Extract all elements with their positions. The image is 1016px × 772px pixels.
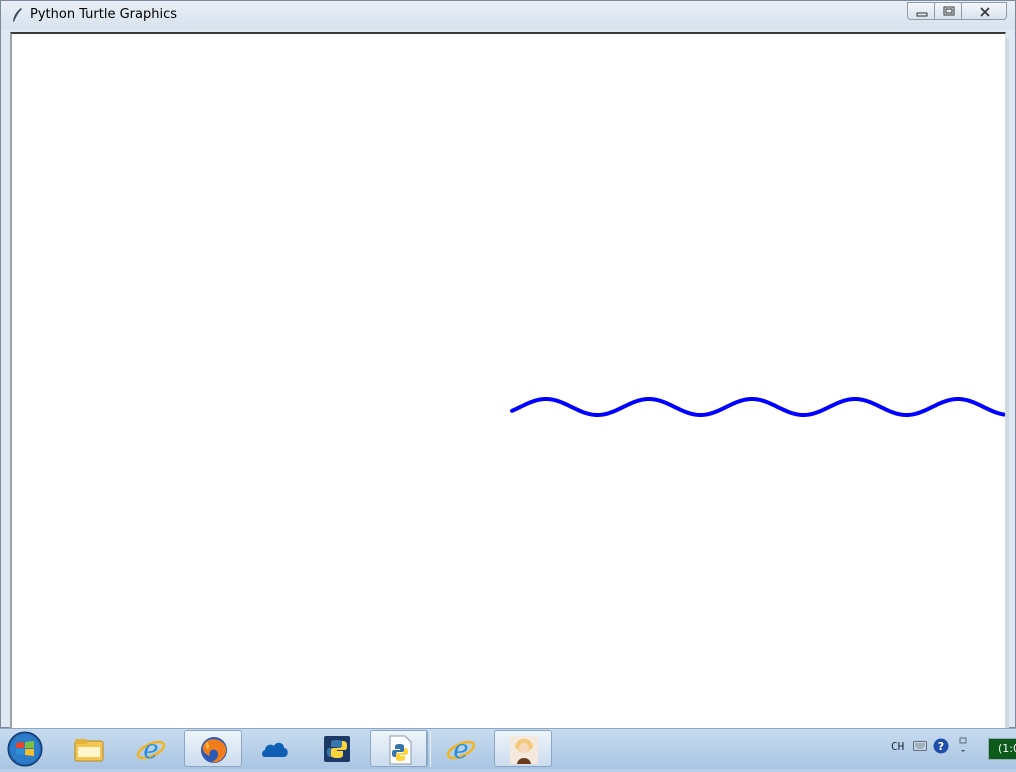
svg-text:?: ? xyxy=(938,740,944,753)
system-clock[interactable]: (1:0 xyxy=(988,738,1016,760)
taskbar-python-file[interactable] xyxy=(370,730,428,767)
taskbar-internet-explorer[interactable]: e xyxy=(122,730,180,767)
windows-orb-icon xyxy=(7,731,43,767)
firefox-icon xyxy=(201,737,227,763)
picture-icon xyxy=(510,736,538,764)
taskbar: e e xyxy=(0,728,1016,769)
taskbar-firefox[interactable] xyxy=(184,730,242,767)
python-icon xyxy=(324,736,350,762)
ie-icon: e xyxy=(446,735,476,765)
window-title: Python Turtle Graphics xyxy=(30,7,177,22)
start-button[interactable] xyxy=(5,730,45,768)
close-icon xyxy=(980,7,990,17)
turtle-window: Python Turtle Graphics xyxy=(0,0,1016,729)
taskbar-file-explorer[interactable] xyxy=(60,730,118,767)
taskbar-image-app[interactable] xyxy=(494,730,552,767)
language-indicator[interactable]: CH xyxy=(891,740,904,753)
turtle-canvas[interactable] xyxy=(10,32,1006,729)
ie-icon: e xyxy=(136,735,166,765)
sine-wave-line xyxy=(510,397,1006,417)
maximize-button[interactable] xyxy=(934,2,962,20)
minimize-button[interactable] xyxy=(907,2,935,20)
tray-overflow-icon[interactable] xyxy=(958,737,968,755)
folder-icon xyxy=(74,739,104,762)
taskbar-python-idle[interactable] xyxy=(308,730,366,767)
keyboard-icon[interactable] xyxy=(913,741,927,751)
svg-text:e: e xyxy=(143,735,158,765)
taskbar-separator xyxy=(426,731,431,767)
taskbar-onedrive[interactable] xyxy=(246,730,304,767)
cloud-icon xyxy=(262,742,288,757)
python-file-icon xyxy=(389,735,412,765)
minimize-icon xyxy=(916,12,928,17)
close-button[interactable] xyxy=(961,2,1007,20)
restore-icon xyxy=(943,6,955,16)
svg-text:e: e xyxy=(453,735,468,765)
canvas-scroll-edge xyxy=(1005,38,1009,729)
title-bar[interactable]: Python Turtle Graphics xyxy=(1,1,1015,29)
help-icon[interactable]: ? xyxy=(933,738,949,754)
taskbar-internet-explorer-2[interactable]: e xyxy=(432,730,490,767)
feather-icon xyxy=(13,8,22,22)
drawing-surface xyxy=(510,397,1006,417)
